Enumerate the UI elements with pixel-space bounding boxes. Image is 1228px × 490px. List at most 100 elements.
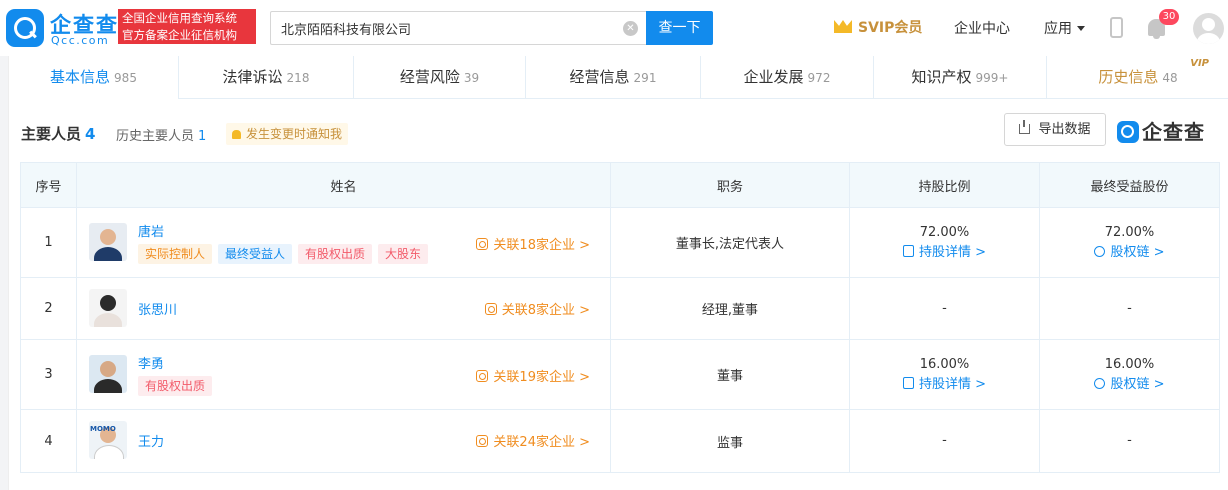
- tab-count: 985: [114, 71, 137, 85]
- tag-equity-pledge: 有股权出质: [138, 376, 213, 396]
- tab-history[interactable]: 历史信息 48 VIP: [1047, 56, 1228, 99]
- row-index: 1: [21, 208, 77, 277]
- svip-link[interactable]: SVIP会员: [834, 17, 922, 39]
- tab-legal[interactable]: 法律诉讼 218: [179, 56, 354, 99]
- tab-ip[interactable]: 知识产权 999+: [874, 56, 1047, 99]
- share-detail-label: 持股详情 >: [918, 376, 987, 392]
- section-title-label: 主要人员: [21, 125, 82, 143]
- related-companies-link[interactable]: 关联8家企业 >: [484, 299, 590, 318]
- related-companies-link[interactable]: 关联24家企业 >: [476, 431, 590, 450]
- history-staff-count: 1: [198, 129, 207, 144]
- phone-icon[interactable]: [1110, 17, 1123, 38]
- table-header-row: 序号 姓名 职务 持股比例 最终受益股份: [21, 163, 1219, 208]
- equity-chain-label: 股权链 >: [1110, 244, 1165, 260]
- export-data-button[interactable]: 导出数据: [1004, 113, 1106, 146]
- share-detail-link[interactable]: 持股详情 >: [902, 375, 987, 395]
- person-name[interactable]: 张思川: [138, 299, 177, 318]
- header-name: 姓名: [77, 163, 611, 207]
- svip-label: SVIP会员: [858, 20, 923, 36]
- position-cell: 监事: [611, 410, 850, 472]
- person-name[interactable]: 李勇: [138, 353, 164, 372]
- beneficial-value: -: [1127, 433, 1132, 448]
- vip-badge: VIP: [1190, 58, 1209, 69]
- section-title: 主要人员 4: [21, 123, 95, 144]
- row-index: 4: [21, 410, 77, 472]
- row-index: 3: [21, 340, 77, 409]
- tab-bar: 基本信息 985 法律诉讼 218 经营风险 39 经营信息 291 企业发展 972 知…: [9, 56, 1228, 99]
- tab-label: 历史信息: [1098, 68, 1159, 86]
- tab-development[interactable]: 企业发展 972: [701, 56, 874, 99]
- person-name[interactable]: 王力: [138, 431, 164, 450]
- beneficial-cell: 72.00% 股权链 >: [1040, 208, 1219, 277]
- export-label: 导出数据: [1038, 122, 1091, 137]
- share-detail-link[interactable]: 持股详情 >: [902, 243, 986, 263]
- share-ratio-cell: 16.00% 持股详情 >: [850, 340, 1040, 409]
- share-ratio-value: 16.00%: [919, 356, 970, 372]
- equity-chain-link[interactable]: 股权链 >: [1094, 375, 1165, 395]
- relation-icon: [476, 238, 489, 250]
- position-cell: 董事: [611, 340, 850, 409]
- history-staff-link[interactable]: 历史主要人员 1: [116, 125, 206, 144]
- site-logo[interactable]: 企查查 Qcc.com: [6, 9, 117, 47]
- tab-label: 基本信息: [50, 68, 111, 86]
- person-avatar[interactable]: [89, 289, 127, 327]
- related-companies-link[interactable]: 关联18家企业 >: [476, 234, 590, 253]
- slogan-badge: 全国企业信用查询系统 官方备案企业征信机构: [118, 9, 256, 44]
- search-input[interactable]: [281, 12, 611, 44]
- relation-icon: [476, 370, 489, 382]
- key-staff-table: 序号 姓名 职务 持股比例 最终受益股份 1 唐岩 实际控制人 最终受益人 有股…: [20, 162, 1220, 473]
- person-avatar[interactable]: [89, 223, 127, 261]
- related-label: 关联8家企业 >: [501, 303, 590, 318]
- tab-label: 知识产权: [911, 68, 972, 86]
- notify-label: 发生变更时通知我: [246, 127, 343, 141]
- beneficial-cell: -: [1040, 278, 1219, 339]
- notification-badge: 30: [1159, 9, 1179, 25]
- header-beneficial: 最终受益股份: [1090, 179, 1169, 195]
- beneficial-value: 72.00%: [1104, 224, 1155, 240]
- tab-count: 218: [286, 71, 310, 85]
- watermark-text: 企查查: [1142, 120, 1205, 144]
- beneficial-cell: -: [1040, 410, 1219, 472]
- position-cell: 董事长,法定代表人: [611, 208, 850, 277]
- content-card: 基本信息 985 法律诉讼 218 经营风险 39 经营信息 291 企业发展 972 知…: [8, 56, 1228, 490]
- caret-down-icon: [1077, 26, 1085, 31]
- apps-menu[interactable]: 应用: [1044, 18, 1085, 38]
- equity-chain-link[interactable]: 股权链 >: [1094, 243, 1165, 263]
- search-button[interactable]: 查一下: [646, 11, 713, 45]
- clear-icon[interactable]: ✕: [623, 21, 638, 36]
- tab-count: 48: [1162, 71, 1178, 85]
- person-cell: 张思川 关联8家企业 >: [77, 278, 611, 339]
- tag-equity-pledge: 有股权出质: [298, 244, 373, 264]
- tag-major-shareholder: 大股东: [378, 244, 429, 264]
- table-row: 3 李勇 有股权出质 关联19家企业 > 董事 16.00% 持股详情 > 16…: [21, 340, 1219, 410]
- tab-label: 法律诉讼: [222, 68, 283, 86]
- tab-risk[interactable]: 经营风险 39: [354, 56, 526, 99]
- tag-ultimate-beneficiary: 最终受益人: [218, 244, 293, 264]
- logo-search-icon: [6, 9, 44, 47]
- qcc-logo-icon: [1117, 121, 1139, 143]
- relation-icon: [484, 303, 497, 315]
- person-avatar[interactable]: MOMO: [89, 421, 127, 459]
- person-name[interactable]: 唐岩: [138, 221, 164, 240]
- tab-count: 39: [463, 71, 480, 85]
- equity-chain-label: 股权链 >: [1110, 376, 1165, 392]
- page-body: 基本信息 985 法律诉讼 218 经营风险 39 经营信息 291 企业发展 972 知…: [0, 56, 1228, 490]
- change-notify-button[interactable]: 发生变更时通知我: [226, 123, 349, 145]
- user-avatar[interactable]: [1193, 13, 1224, 44]
- tag-actual-controller: 实际控制人: [138, 244, 213, 264]
- apps-label: 应用: [1044, 21, 1072, 37]
- enterprise-center-link[interactable]: 企业中心: [954, 18, 1010, 38]
- tab-operation[interactable]: 经营信息 291: [526, 56, 701, 99]
- share-ratio-cell: 72.00% 持股详情 >: [850, 208, 1040, 277]
- table-row: 1 唐岩 实际控制人 最终受益人 有股权出质 大股东 关联18家企业 > 董事长…: [21, 208, 1219, 278]
- slogan-line-2: 官方备案企业征信机构: [122, 28, 237, 42]
- tab-label: 企业发展: [743, 68, 804, 86]
- person-avatar[interactable]: [89, 355, 127, 393]
- share-ratio-cell: -: [850, 278, 1040, 339]
- related-label: 关联19家企业 >: [493, 370, 590, 385]
- beneficial-cell: 16.00% 股权链 >: [1040, 340, 1219, 409]
- crown-icon: [834, 20, 852, 33]
- beneficial-value: 16.00%: [1104, 356, 1155, 372]
- tab-basic-info[interactable]: 基本信息 985: [9, 56, 179, 99]
- related-companies-link[interactable]: 关联19家企业 >: [476, 366, 590, 385]
